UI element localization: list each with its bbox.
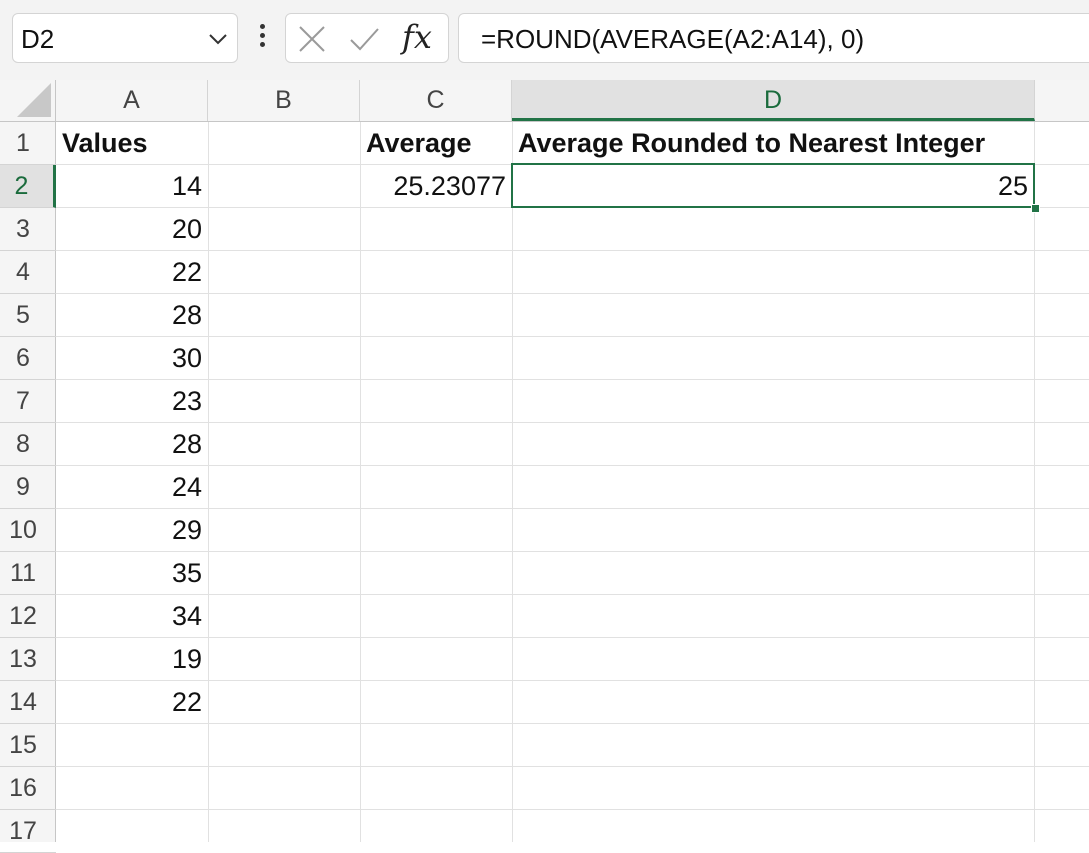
gridline	[56, 723, 1089, 724]
formula-input[interactable]: =ROUND(AVERAGE(A2:A14), 0)	[458, 13, 1089, 63]
gridline	[208, 122, 209, 842]
cell-a6[interactable]: 30	[56, 337, 208, 380]
row-header-13[interactable]: 13	[0, 638, 56, 681]
cell-area[interactable]: Values Average Average Rounded to Neares…	[56, 122, 1089, 842]
row-header-15[interactable]: 15	[0, 724, 56, 767]
row-header-12[interactable]: 12	[0, 595, 56, 638]
cell-a11[interactable]: 35	[56, 552, 208, 595]
gridline	[56, 336, 1089, 337]
cell-a9[interactable]: 24	[56, 466, 208, 509]
cell-a7[interactable]: 23	[56, 380, 208, 423]
gridline	[56, 766, 1089, 767]
gridline	[56, 680, 1089, 681]
cell-a1[interactable]: Values	[56, 122, 208, 165]
column-header-a[interactable]: A	[56, 80, 208, 121]
row-header-3[interactable]: 3	[0, 208, 56, 251]
row-header-7[interactable]: 7	[0, 380, 56, 423]
row-headers: 1 2 3 4 5 6 7 8 9 10 11 12 13 14 15 16 1…	[0, 122, 56, 853]
row-header-8[interactable]: 8	[0, 423, 56, 466]
row-header-14[interactable]: 14	[0, 681, 56, 724]
cell-d1[interactable]: Average Rounded to Nearest Integer	[512, 122, 1072, 165]
column-header-c[interactable]: C	[360, 80, 512, 121]
gridline	[56, 250, 1089, 251]
gridline	[512, 122, 513, 842]
name-box-value[interactable]: D2	[21, 24, 54, 55]
column-header-d[interactable]: D	[512, 80, 1035, 121]
fill-handle[interactable]	[1031, 204, 1040, 213]
cell-a12[interactable]: 34	[56, 595, 208, 638]
gridline	[56, 465, 1089, 466]
gridline	[56, 637, 1089, 638]
row-header-9[interactable]: 9	[0, 466, 56, 509]
gridline	[1034, 122, 1035, 842]
gridline	[56, 809, 1089, 810]
row-header-5[interactable]: 5	[0, 294, 56, 337]
row-header-10[interactable]: 10	[0, 509, 56, 552]
chevron-down-icon[interactable]	[207, 28, 229, 50]
cell-a8[interactable]: 28	[56, 423, 208, 466]
cell-a14[interactable]: 22	[56, 681, 208, 724]
gridline	[56, 293, 1089, 294]
row-header-16[interactable]: 16	[0, 767, 56, 810]
cell-c2[interactable]: 25.23077	[360, 165, 512, 208]
gridline	[56, 594, 1089, 595]
cell-a10[interactable]: 29	[56, 509, 208, 552]
row-header-2[interactable]: 2	[0, 165, 56, 208]
gridline	[56, 379, 1089, 380]
formula-bar: D2 fx =ROUND(AVERAGE(A2:A14), 0)	[0, 0, 1089, 80]
row-header-4[interactable]: 4	[0, 251, 56, 294]
cell-a13[interactable]: 19	[56, 638, 208, 681]
close-icon[interactable]	[296, 23, 328, 55]
name-box[interactable]: D2	[12, 13, 238, 63]
gridline	[56, 422, 1089, 423]
formula-actions: fx	[285, 13, 449, 63]
row-header-1[interactable]: 1	[0, 122, 56, 165]
cell-a4[interactable]: 22	[56, 251, 208, 294]
function-icon[interactable]: fx	[402, 18, 442, 56]
cell-a2[interactable]: 14	[56, 165, 208, 208]
cell-c1[interactable]: Average	[360, 122, 512, 165]
row-header-6[interactable]: 6	[0, 337, 56, 380]
cell-a3[interactable]: 20	[56, 208, 208, 251]
row-header-11[interactable]: 11	[0, 552, 56, 595]
gridline	[56, 508, 1089, 509]
more-vertical-icon[interactable]	[254, 24, 270, 54]
formula-text[interactable]: =ROUND(AVERAGE(A2:A14), 0)	[481, 24, 864, 55]
gridline	[360, 122, 361, 842]
gridline	[56, 551, 1089, 552]
column-header-b[interactable]: B	[208, 80, 360, 121]
select-all-triangle-icon	[17, 83, 51, 117]
column-headers: A B C D	[0, 80, 1089, 122]
active-cell-border	[511, 163, 1035, 208]
check-icon[interactable]	[348, 23, 380, 55]
select-all-button[interactable]	[0, 80, 56, 121]
cell-a5[interactable]: 28	[56, 294, 208, 337]
worksheet-grid: A B C D 1 2 3 4 5 6 7 8 9 10 11 12 13 14…	[0, 80, 1089, 853]
